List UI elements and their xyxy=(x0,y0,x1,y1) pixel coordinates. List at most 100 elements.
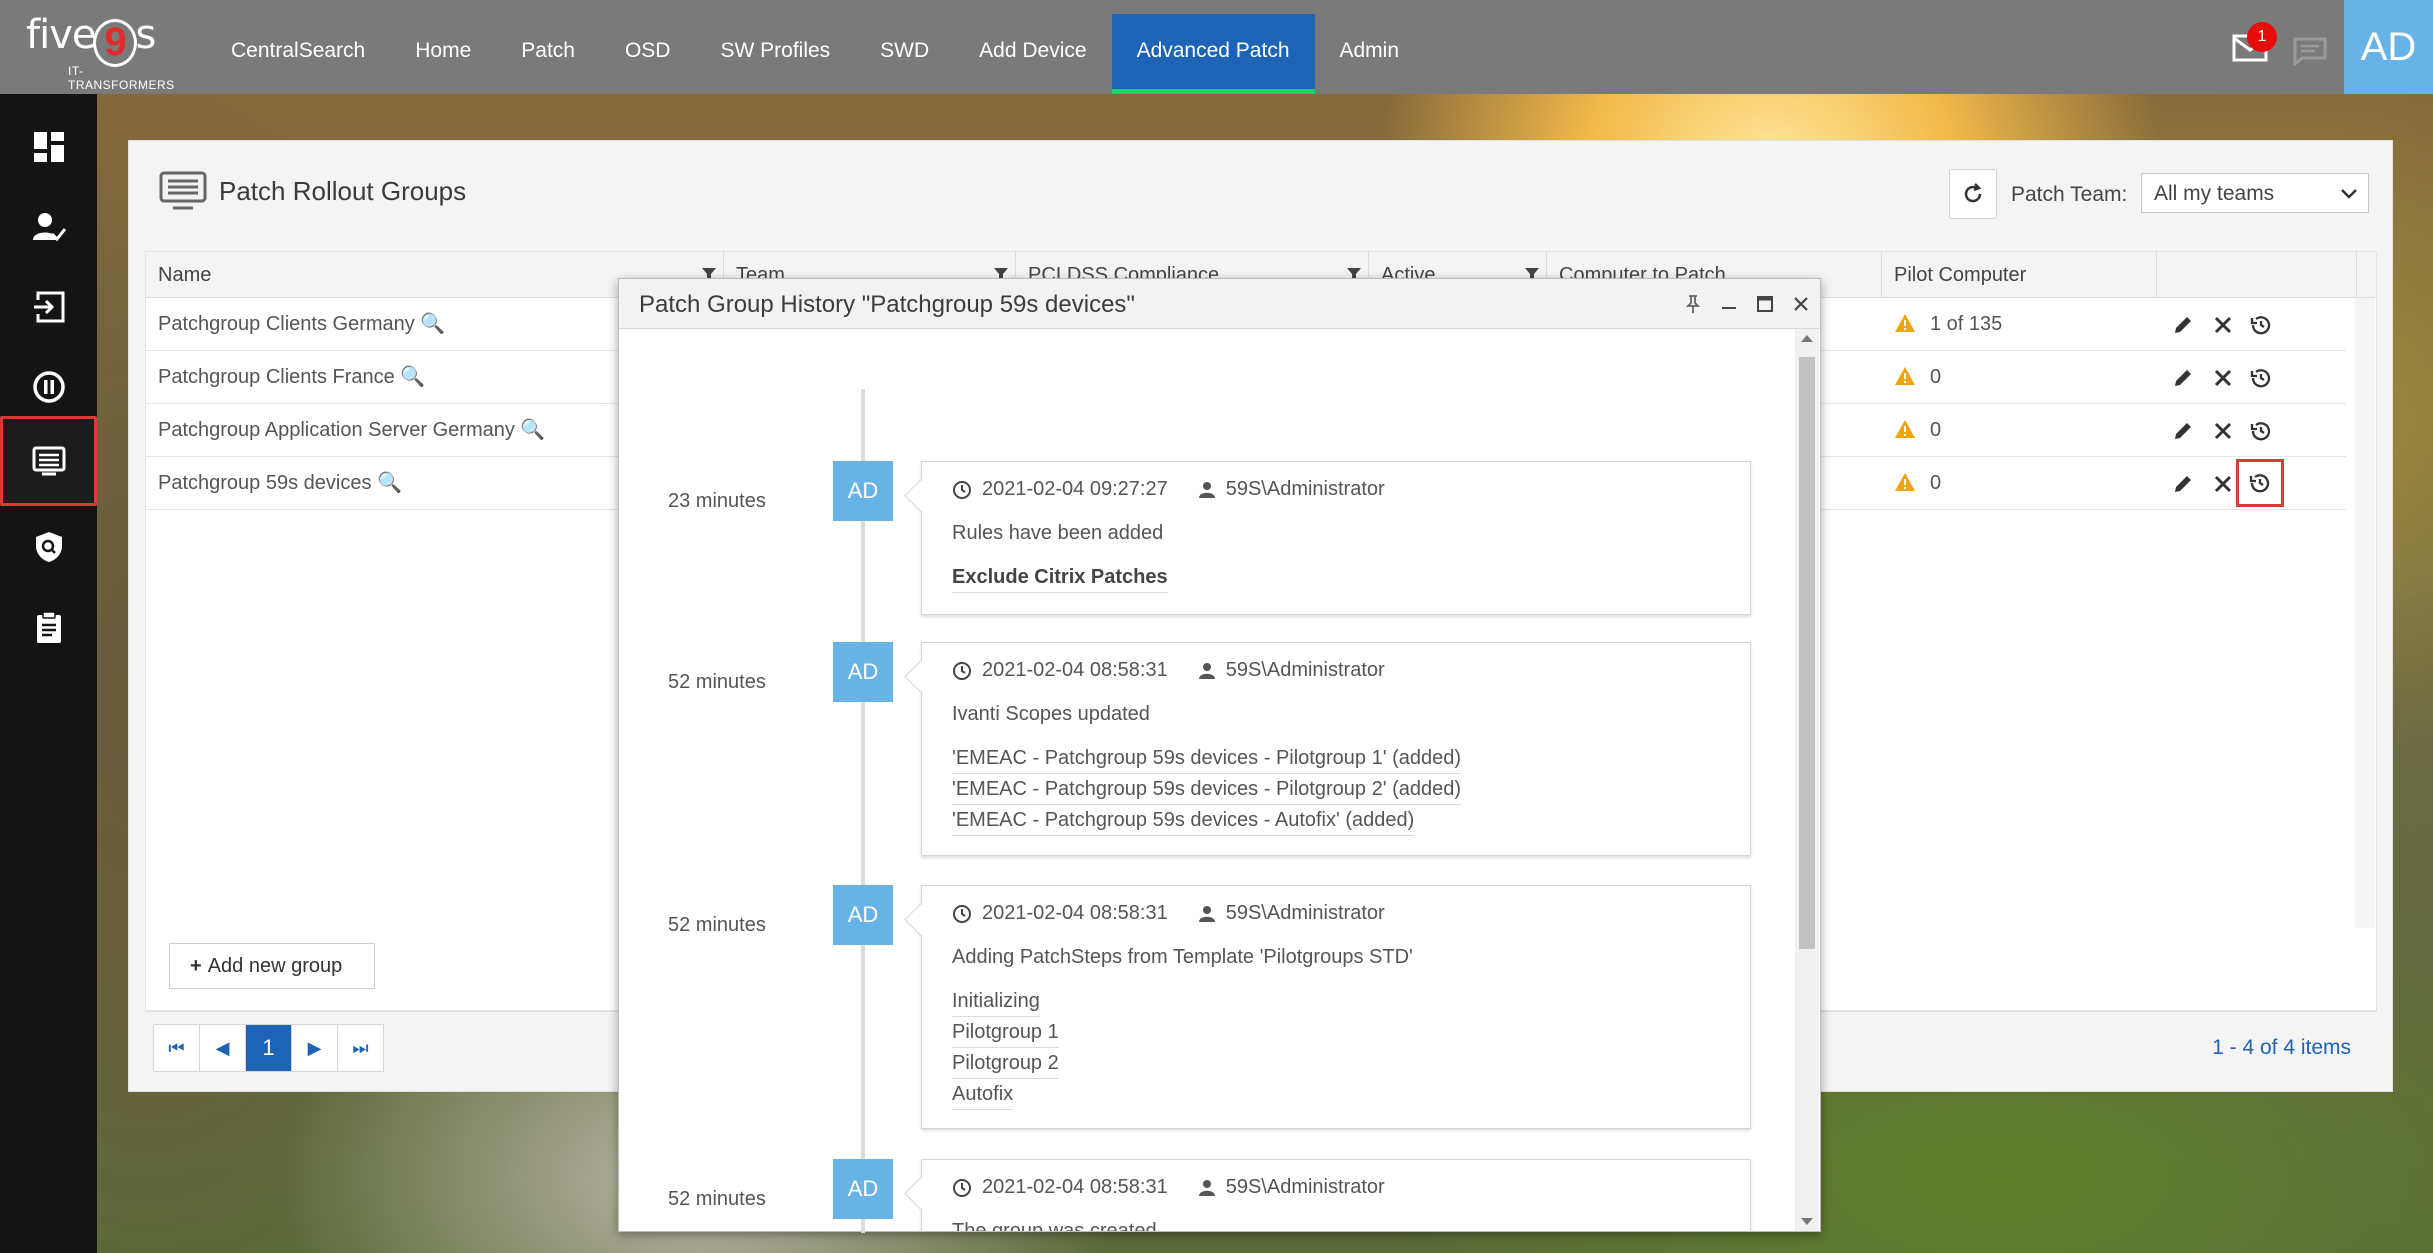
close-icon[interactable] xyxy=(1789,292,1813,316)
edit-icon[interactable] xyxy=(2170,312,2196,338)
history-message: Ivanti Scopes updated xyxy=(952,703,1150,725)
history-meta: 2021-02-04 09:27:27 59S\Administrator xyxy=(952,478,1385,501)
column-header-pilot-computer[interactable]: Pilot Computer xyxy=(1882,252,2157,298)
patch-team-value: All my teams xyxy=(2154,182,2275,205)
user-icon xyxy=(1198,1179,1215,1196)
edit-icon[interactable] xyxy=(2170,365,2196,391)
scroll-up-arrow[interactable] xyxy=(1801,335,1813,342)
scroll-down-arrow[interactable] xyxy=(1801,1218,1813,1225)
clock-icon xyxy=(953,904,971,923)
dashboard-icon xyxy=(33,132,64,162)
history-detail: 'EMEAC - Patchgroup 59s devices - Pilotg… xyxy=(952,747,1462,774)
next-page-button[interactable]: ▶ xyxy=(291,1024,338,1072)
history-card: 2021-02-04 08:58:31 59S\Administrator Th… xyxy=(921,1159,1751,1231)
list-screen-icon xyxy=(32,446,65,476)
history-detail: Autofix xyxy=(952,1083,1014,1110)
clock-icon xyxy=(953,480,971,499)
history-timestamp: 2021-02-04 08:58:31 xyxy=(982,1176,1168,1198)
history-timestamp: 2021-02-04 08:58:31 xyxy=(982,659,1168,681)
history-detail: Initializing xyxy=(952,990,1040,1017)
avatar[interactable]: AD xyxy=(2344,0,2433,94)
history-icon[interactable] xyxy=(2248,312,2274,338)
sidebar-clipboard[interactable] xyxy=(0,586,97,668)
maximize-icon[interactable] xyxy=(1753,292,1777,316)
nav-centralsearch[interactable]: CentralSearch xyxy=(206,14,390,94)
delete-icon[interactable] xyxy=(2210,312,2236,338)
history-detail: 'EMEAC - Patchgroup 59s devices - Autofi… xyxy=(952,809,1415,836)
history-detail: Pilotgroup 2 xyxy=(952,1052,1059,1079)
history-meta: 2021-02-04 08:58:31 59S\Administrator xyxy=(952,1176,1385,1199)
dialog-scrollbar[interactable] xyxy=(1795,329,1819,1231)
nav-admin[interactable]: Admin xyxy=(1315,14,1425,94)
history-meta: 2021-02-04 08:58:31 59S\Administrator xyxy=(952,902,1385,925)
search-icon[interactable]: 🔍 xyxy=(377,472,402,494)
history-detail: Pilotgroup 1 xyxy=(952,1021,1059,1048)
sidebar-patch-groups[interactable] xyxy=(0,416,97,506)
column-label: Pilot Computer xyxy=(1894,264,2027,286)
history-icon[interactable] xyxy=(2248,418,2274,444)
history-message: Adding PatchSteps from Template 'Pilotgr… xyxy=(952,946,1413,968)
user-badge: AD xyxy=(833,461,893,521)
time-ago: 52 minutes xyxy=(668,914,766,936)
user-badge: AD xyxy=(833,1159,893,1219)
add-group-label: Add new group xyxy=(207,955,343,977)
search-icon[interactable]: 🔍 xyxy=(420,313,445,335)
nav-sw-profiles[interactable]: SW Profiles xyxy=(695,14,855,94)
nav-home[interactable]: Home xyxy=(390,14,496,94)
add-group-button[interactable]: + Add new group xyxy=(169,943,375,989)
column-label: Name xyxy=(158,264,212,286)
nav-swd[interactable]: SWD xyxy=(855,14,954,94)
first-page-button[interactable]: ⏮ xyxy=(153,1024,200,1072)
user-badge: AD xyxy=(833,885,893,945)
edit-icon[interactable] xyxy=(2170,471,2196,497)
nav-patch[interactable]: Patch xyxy=(496,14,600,94)
warning-icon xyxy=(1895,419,1915,438)
search-icon[interactable]: 🔍 xyxy=(520,419,545,441)
refresh-button[interactable] xyxy=(1949,169,1997,219)
table-scrollbar[interactable] xyxy=(2355,298,2375,928)
user-icon xyxy=(1198,905,1215,922)
user-check-icon xyxy=(32,213,66,242)
nav-add-device[interactable]: Add Device xyxy=(954,14,1111,94)
sidebar xyxy=(0,94,97,1253)
sidebar-user-check[interactable] xyxy=(0,186,97,268)
row-pilot-computer: 0 xyxy=(1882,351,1941,404)
history-dialog: Patch Group History "Patchgroup 59s devi… xyxy=(618,278,1821,1233)
logo-word-left: five xyxy=(26,12,96,58)
page-1-button[interactable]: 1 xyxy=(245,1024,292,1072)
history-icon[interactable] xyxy=(2248,365,2274,391)
edit-icon[interactable] xyxy=(2170,418,2196,444)
logo-tagline: IT-TRANSFORMERS xyxy=(68,64,175,92)
patch-team-select[interactable]: All my teams xyxy=(2141,173,2369,213)
sidebar-shield-search[interactable] xyxy=(0,506,97,588)
delete-icon[interactable] xyxy=(2210,418,2236,444)
row-name: Patchgroup Clients France 🔍 xyxy=(158,366,426,388)
row-name: Patchgroup Clients Germany 🔍 xyxy=(158,313,446,335)
history-card: 2021-02-04 09:27:27 59S\Administrator Ru… xyxy=(921,461,1751,615)
main-nav: CentralSearch Home Patch OSD SW Profiles… xyxy=(206,14,1424,94)
logo[interactable]: five 9 s IT-TRANSFORMERS xyxy=(26,12,186,92)
prev-page-button[interactable]: ◀ xyxy=(199,1024,246,1072)
history-icon[interactable] xyxy=(2236,459,2284,507)
clock-icon xyxy=(953,1178,971,1197)
history-user: 59S\Administrator xyxy=(1225,1176,1385,1198)
scrollbar-thumb[interactable] xyxy=(1799,357,1815,949)
sidebar-dashboard[interactable] xyxy=(0,106,97,188)
nav-osd[interactable]: OSD xyxy=(600,14,696,94)
delete-icon[interactable] xyxy=(2210,471,2236,497)
last-page-button[interactable]: ⏭ xyxy=(337,1024,384,1072)
history-detail: 'EMEAC - Patchgroup 59s devices - Pilotg… xyxy=(952,778,1462,805)
nav-advanced-patch[interactable]: Advanced Patch xyxy=(1111,14,1315,94)
pin-icon[interactable] xyxy=(1681,292,1705,316)
chat-icon[interactable] xyxy=(2292,36,2328,68)
sidebar-login[interactable] xyxy=(0,266,97,348)
column-header-actions xyxy=(2157,252,2357,298)
search-icon[interactable]: 🔍 xyxy=(400,366,425,388)
row-name: Patchgroup Application Server Germany 🔍 xyxy=(158,419,546,441)
panel-header: Patch Rollout Groups xyxy=(159,171,466,211)
mail-badge: 1 xyxy=(2247,22,2277,52)
chevron-down-icon xyxy=(2341,189,2357,199)
delete-icon[interactable] xyxy=(2210,365,2236,391)
top-navbar: five 9 s IT-TRANSFORMERS CentralSearch Hom… xyxy=(0,0,2433,94)
minimize-icon[interactable] xyxy=(1717,292,1741,316)
